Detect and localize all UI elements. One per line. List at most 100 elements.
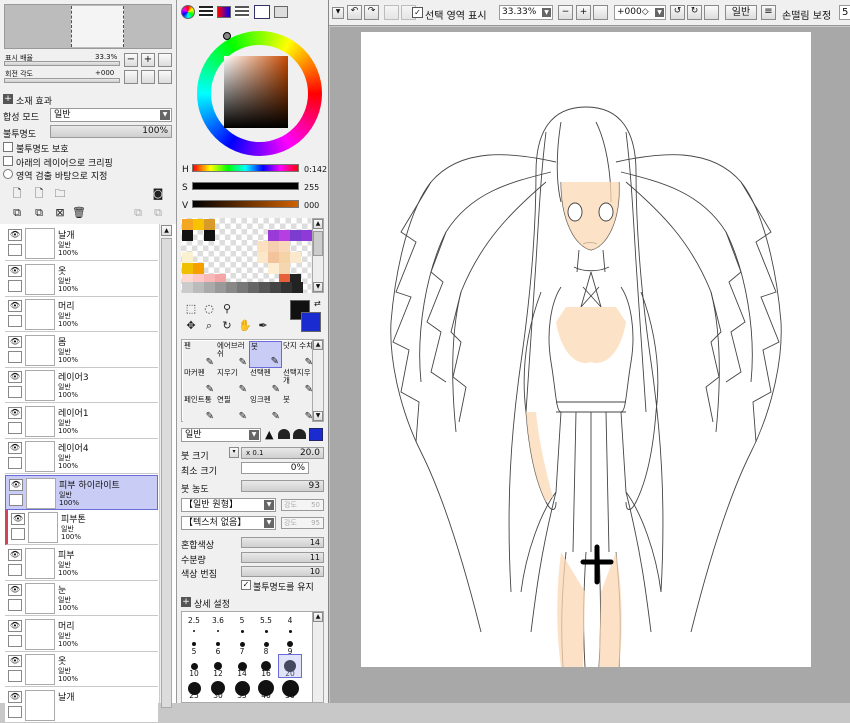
undo-button[interactable]: ↶: [347, 5, 362, 20]
rotate-left-button[interactable]: [124, 70, 138, 84]
rotate-slider[interactable]: [4, 78, 120, 83]
layer-row[interactable]: 👁 옷 일반 100%: [5, 261, 158, 297]
background-color[interactable]: [301, 312, 321, 332]
visibility-eye-icon[interactable]: 👁: [8, 229, 22, 241]
layer-row[interactable]: 👁 피부 하이라이트 일반 100%: [5, 474, 158, 510]
blur-slider[interactable]: 10: [241, 566, 324, 577]
brush-shape-medium[interactable]: [278, 429, 290, 439]
rotate-right-button[interactable]: ↻: [687, 5, 702, 20]
visibility-eye-icon[interactable]: 👁: [8, 655, 22, 667]
layer-row[interactable]: 👁 피부톤 일반 100%: [5, 510, 158, 545]
selection-source-radio[interactable]: [3, 169, 13, 179]
move-icon[interactable]: ✥: [183, 318, 199, 334]
layer-row[interactable]: 👁 눈 일반 100%: [5, 581, 158, 616]
magic-wand-icon[interactable]: ⚲: [219, 301, 235, 317]
size-preset-dot[interactable]: [216, 642, 220, 646]
hand-icon[interactable]: ✋: [237, 318, 253, 334]
brush-size-slider[interactable]: x 0.1 20.0: [241, 447, 324, 459]
rgb-slider-tab[interactable]: [199, 6, 213, 18]
opacity-slider[interactable]: 100%: [50, 125, 172, 138]
layer-lock-checkbox[interactable]: [8, 315, 22, 327]
selection-display-checkbox[interactable]: ✓: [412, 7, 423, 18]
brush-slot[interactable]: 선택지우개 ✎: [282, 368, 315, 395]
brush-slot[interactable]: 붓 ✎: [249, 341, 282, 368]
stabilizer-select[interactable]: 5: [839, 5, 850, 20]
visibility-eye-icon[interactable]: 👁: [8, 264, 22, 277]
size-scrollbar[interactable]: ▲: [312, 611, 324, 703]
value-slider[interactable]: [192, 200, 299, 208]
layer-lock-checkbox[interactable]: [8, 670, 22, 682]
water-slider[interactable]: 11: [241, 552, 324, 563]
hsv-slider-tab[interactable]: [217, 6, 231, 18]
navigator-thumbnail[interactable]: [4, 4, 172, 49]
zoom-in-button[interactable]: +: [576, 5, 591, 20]
scrollbar[interactable]: ▲: [159, 224, 172, 708]
color-wheel-tab[interactable]: [181, 5, 195, 19]
layer-lock-checkbox[interactable]: [8, 599, 22, 611]
shape-select[interactable]: 【일반 원형】 ▼: [181, 498, 276, 512]
plus-icon[interactable]: +: [3, 94, 13, 104]
layer-row[interactable]: 👁 피부 일반 100%: [5, 545, 158, 581]
zoom-slider[interactable]: [4, 61, 120, 66]
layer-lock-checkbox[interactable]: [8, 457, 22, 469]
texture-strength[interactable]: 강도 95: [281, 517, 324, 529]
layer-row[interactable]: 👁 레이어3 일반 100%: [5, 368, 158, 403]
layer-lock-checkbox[interactable]: [8, 350, 22, 363]
layer-lock-checkbox[interactable]: [8, 634, 22, 647]
layer-lock-checkbox[interactable]: [9, 493, 23, 506]
visibility-eye-icon[interactable]: 👁: [9, 478, 23, 491]
brush-slot[interactable]: 잉크펜 ✎: [249, 395, 282, 422]
keep-opacity-checkbox[interactable]: ✓: [241, 580, 251, 590]
new-folder-icon[interactable]: 🗀: [52, 186, 68, 202]
layer-row[interactable]: 👁 머리 일반 100%: [5, 616, 158, 652]
brush-shape-square[interactable]: [309, 428, 323, 441]
lasso-icon[interactable]: ◌: [201, 301, 217, 317]
rotate-right-button[interactable]: [141, 70, 155, 84]
zoom-reset-button[interactable]: [593, 5, 608, 20]
new-linework-layer-icon[interactable]: 🗋: [31, 186, 47, 202]
zoom-out-button[interactable]: −: [124, 53, 138, 67]
view-mode-button[interactable]: 일반: [725, 5, 757, 20]
delete-layer-icon[interactable]: 🗑: [71, 205, 87, 221]
rotate-icon[interactable]: ↻: [219, 318, 235, 334]
layer-row[interactable]: 👁 머리 일반 100%: [5, 297, 158, 332]
scratch-pad-tab[interactable]: [274, 6, 288, 18]
brush-slot[interactable]: 붓 ✎: [282, 395, 315, 422]
mix-slider[interactable]: 14: [241, 537, 324, 548]
layer-lock-checkbox[interactable]: [8, 244, 22, 256]
size-preset-dot[interactable]: [240, 630, 244, 633]
size-preset-dot[interactable]: [263, 641, 269, 647]
layer-lock-checkbox[interactable]: [8, 563, 22, 576]
deselect-button[interactable]: [384, 5, 399, 20]
layer-row[interactable]: 👁 날개 일반 100%: [5, 226, 158, 261]
layer-row[interactable]: 👁 옷 일반 100%: [5, 652, 158, 687]
layer-lock-checkbox[interactable]: [8, 421, 22, 434]
visibility-eye-icon[interactable]: 👁: [8, 300, 22, 312]
size-preset-dot[interactable]: [217, 630, 219, 632]
color-square[interactable]: [224, 56, 288, 128]
menu-toggle-button[interactable]: ▼: [332, 7, 344, 19]
swatch-palette[interactable]: [181, 218, 312, 293]
layer-lock-checkbox[interactable]: [8, 705, 22, 718]
drawing-canvas[interactable]: [361, 32, 811, 667]
size-preset-dot[interactable]: [193, 630, 195, 632]
layer-row[interactable]: 👁 몸 일반 100%: [5, 332, 158, 368]
size-preset-dot[interactable]: [239, 641, 245, 647]
layer-lock-checkbox[interactable]: [8, 279, 22, 292]
rotate-reset-button[interactable]: [704, 5, 719, 20]
zoom-reset-button[interactable]: [158, 53, 172, 67]
blend-mode-select[interactable]: 일반 ▼: [50, 108, 172, 122]
rotate-reset-button[interactable]: [158, 70, 172, 84]
clear-layer-icon[interactable]: ⊠: [52, 205, 68, 221]
swatch-grid-tab[interactable]: [254, 5, 270, 19]
brush-scrollbar[interactable]: ▲ ▼: [312, 339, 324, 422]
hue-slider[interactable]: [192, 164, 299, 172]
brush-slot[interactable]: 선택펜 ✎: [249, 368, 282, 395]
shape-strength[interactable]: 강도 50: [281, 499, 324, 511]
swap-colors-icon[interactable]: ⇄: [314, 299, 321, 308]
plus-icon[interactable]: +: [181, 597, 191, 607]
density-slider[interactable]: 93: [241, 480, 324, 492]
zoom-select[interactable]: 33.33% ▼: [499, 5, 553, 20]
transfer-down-icon[interactable]: ⧉: [9, 205, 25, 221]
visibility-eye-icon[interactable]: 👁: [8, 371, 22, 383]
